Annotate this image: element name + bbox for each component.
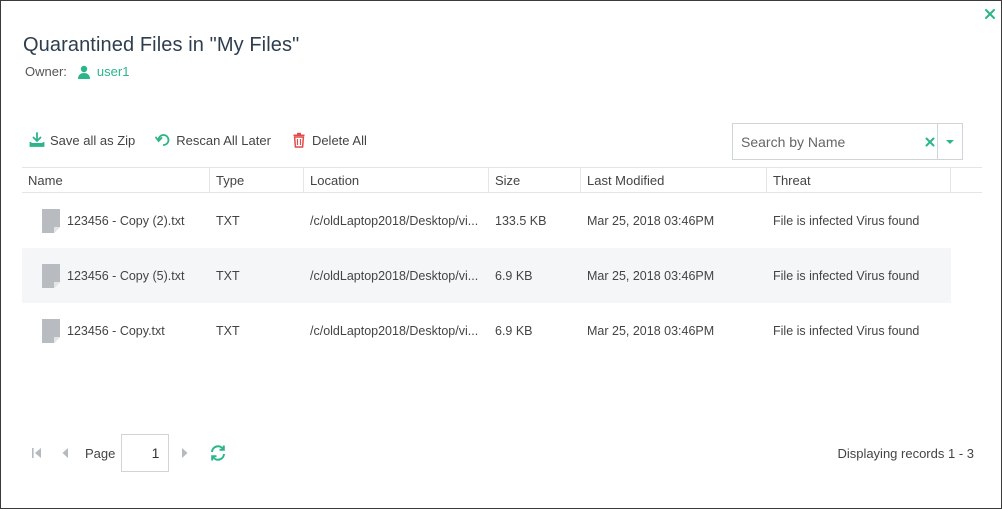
toolbar: Save all as Zip Rescan All Later Delete … xyxy=(29,132,387,148)
page-number-input[interactable] xyxy=(121,434,170,472)
file-name: 123456 - Copy (2).txt xyxy=(67,213,185,228)
refresh-icon[interactable] xyxy=(209,444,227,462)
file-name-cell: 123456 - Copy (5).txt xyxy=(22,263,210,288)
column-header-spacer xyxy=(951,168,982,192)
previous-page-icon[interactable] xyxy=(57,445,73,461)
file-icon xyxy=(42,263,60,288)
file-location: /c/oldLaptop2018/Desktop/vi... xyxy=(310,323,479,338)
page-label: Page xyxy=(85,445,116,461)
file-name-cell: 123456 - Copy.txt xyxy=(22,318,210,343)
first-page-icon[interactable] xyxy=(29,445,45,461)
column-header-type[interactable]: Type xyxy=(210,168,304,192)
clear-search-icon[interactable] xyxy=(922,124,937,159)
column-header-name[interactable]: Name xyxy=(22,168,210,192)
table-body: 123456 - Copy (2).txt TXT /c/oldLaptop20… xyxy=(22,193,951,358)
file-threat: File is infected Virus found xyxy=(773,268,920,283)
file-size: 6.9 KB xyxy=(495,268,533,283)
table-row[interactable]: 123456 - Copy.txt TXT /c/oldLaptop2018/D… xyxy=(22,303,951,358)
file-name: 123456 - Copy.txt xyxy=(67,323,165,338)
save-all-zip-label: Save all as Zip xyxy=(50,132,136,148)
file-type: TXT xyxy=(216,323,240,338)
search-dropdown-button[interactable] xyxy=(937,124,962,159)
file-size: 133.5 KB xyxy=(495,213,547,228)
file-name: 123456 - Copy (5).txt xyxy=(67,268,185,283)
table-header: Name Type Location Size Last Modified Th… xyxy=(22,167,982,193)
file-location: /c/oldLaptop2018/Desktop/vi... xyxy=(310,213,479,228)
column-header-last-modified[interactable]: Last Modified xyxy=(581,168,767,192)
file-icon xyxy=(42,318,60,343)
column-header-location[interactable]: Location xyxy=(304,168,489,192)
file-last-modified: Mar 25, 2018 03:46PM xyxy=(587,213,715,228)
close-icon[interactable] xyxy=(984,8,996,20)
file-icon xyxy=(42,208,60,233)
table-row[interactable]: 123456 - Copy (5).txt TXT /c/oldLaptop20… xyxy=(22,248,951,303)
delete-all-label: Delete All xyxy=(311,132,367,148)
owner-label: Owner: xyxy=(25,64,67,79)
search-input[interactable] xyxy=(733,124,922,159)
file-name-cell: 123456 - Copy (2).txt xyxy=(22,208,210,233)
rescan-all-later-label: Rescan All Later xyxy=(176,132,271,148)
dialog-title: Quarantined Files in "My Files" xyxy=(23,34,300,56)
file-location: /c/oldLaptop2018/Desktop/vi... xyxy=(310,268,479,283)
records-count: Displaying records 1 - 3 xyxy=(837,446,974,461)
rescan-icon xyxy=(155,132,171,148)
owner-row: Owner: user1 xyxy=(25,64,129,79)
column-header-size[interactable]: Size xyxy=(489,168,581,192)
pagination: Page xyxy=(29,434,227,472)
chevron-down-icon xyxy=(946,139,955,144)
owner-name-link[interactable]: user1 xyxy=(97,64,130,79)
user-icon xyxy=(77,65,91,79)
file-last-modified: Mar 25, 2018 03:46PM xyxy=(587,268,715,283)
table-row[interactable]: 123456 - Copy (2).txt TXT /c/oldLaptop20… xyxy=(22,193,951,248)
quarantine-dialog: Quarantined Files in "My Files" Owner: u… xyxy=(0,0,1002,509)
save-all-zip-button[interactable]: Save all as Zip xyxy=(29,132,135,148)
file-size: 6.9 KB xyxy=(495,323,533,338)
trash-icon xyxy=(291,132,307,148)
download-icon xyxy=(29,132,45,148)
file-last-modified: Mar 25, 2018 03:46PM xyxy=(587,323,715,338)
search-box xyxy=(732,123,963,160)
delete-all-button[interactable]: Delete All xyxy=(291,132,367,148)
column-header-threat[interactable]: Threat xyxy=(767,168,951,192)
file-type: TXT xyxy=(216,213,240,228)
rescan-all-later-button[interactable]: Rescan All Later xyxy=(155,132,271,148)
file-threat: File is infected Virus found xyxy=(773,323,920,338)
next-page-icon[interactable] xyxy=(177,445,193,461)
file-type: TXT xyxy=(216,268,240,283)
file-threat: File is infected Virus found xyxy=(773,213,920,228)
